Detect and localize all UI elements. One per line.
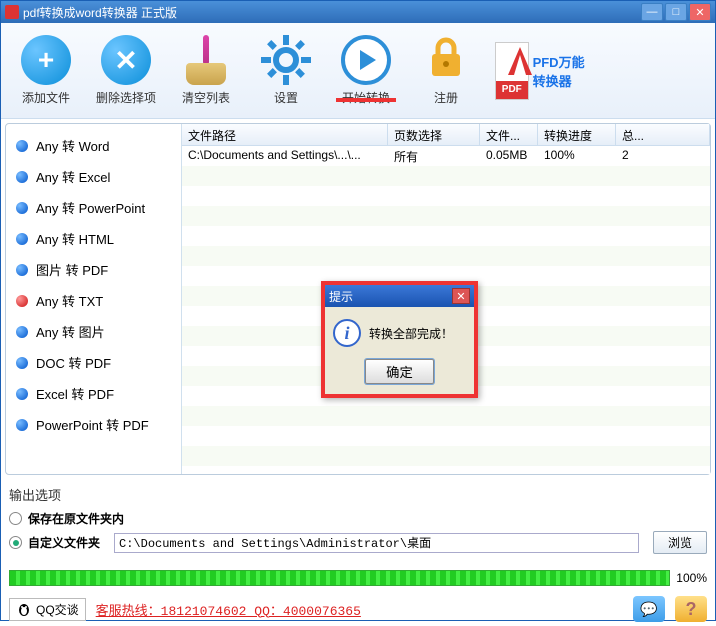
custom-folder-radio[interactable] <box>9 536 22 549</box>
bullet-icon <box>16 202 28 214</box>
play-icon <box>341 35 391 85</box>
dialog-close-button[interactable]: ✕ <box>452 288 470 304</box>
qq-chat-button[interactable]: QQ交谈 <box>9 598 86 621</box>
minimize-button[interactable]: — <box>641 3 663 21</box>
app-icon <box>5 5 19 19</box>
output-path-input[interactable] <box>114 533 639 553</box>
output-options-header: 输出选项 <box>9 485 707 504</box>
highlight-underline <box>336 98 396 102</box>
sidebar-item-9[interactable]: PowerPoint 转 PDF <box>6 409 181 440</box>
bullet-icon <box>16 326 28 338</box>
start-convert-button[interactable]: 开始转换 <box>335 35 397 106</box>
save-original-label: 保存在原文件夹内 <box>28 510 124 527</box>
message-dialog: 提示 ✕ i 转换全部完成！ 确定 <box>321 281 478 398</box>
custom-folder-label: 自定义文件夹 <box>28 534 100 551</box>
sidebar-item-1[interactable]: Any 转 Excel <box>6 161 181 192</box>
progress-bar <box>9 570 670 586</box>
x-icon: ✕ <box>101 35 151 85</box>
hotline-link[interactable]: 客服热线：18121074602 QQ：4000076365 <box>96 600 361 619</box>
delete-selection-button[interactable]: ✕ 删除选择项 <box>95 35 157 106</box>
progress-text: 100% <box>676 571 707 585</box>
sidebar-item-5[interactable]: Any 转 TXT <box>6 285 181 316</box>
table-row[interactable]: C:\Documents and Settings\...\... 所有 0.0… <box>182 146 710 166</box>
bullet-icon <box>16 264 28 276</box>
info-icon: i <box>333 319 361 347</box>
add-file-button[interactable]: + 添加文件 <box>15 35 77 106</box>
feedback-icon[interactable]: 💬 <box>633 596 665 622</box>
penguin-icon <box>16 601 32 617</box>
dialog-message: 转换全部完成！ <box>369 325 453 342</box>
register-button[interactable]: 注册 <box>415 36 477 106</box>
plus-icon: + <box>21 35 71 85</box>
bullet-icon <box>16 233 28 245</box>
sidebar-item-6[interactable]: Any 转 图片 <box>6 316 181 347</box>
sidebar-item-0[interactable]: Any 转 Word <box>6 130 181 161</box>
dialog-title: 提示 <box>329 288 452 305</box>
lock-icon <box>424 36 468 85</box>
bullet-icon <box>16 388 28 400</box>
bullet-icon <box>16 171 28 183</box>
sidebar-item-4[interactable]: 图片 转 PDF <box>6 254 181 285</box>
format-sidebar: Any 转 WordAny 转 ExcelAny 转 PowerPointAny… <box>6 124 182 474</box>
browse-button[interactable]: 浏览 <box>653 531 707 554</box>
window-title: pdf转换成word转换器 正式版 <box>23 4 641 21</box>
help-icon[interactable]: ? <box>675 596 707 622</box>
save-original-radio[interactable] <box>9 512 22 525</box>
maximize-button[interactable]: □ <box>665 3 687 21</box>
gear-icon <box>261 35 311 85</box>
bullet-icon <box>16 357 28 369</box>
bullet-icon <box>16 295 28 307</box>
sidebar-item-8[interactable]: Excel 转 PDF <box>6 378 181 409</box>
close-button[interactable]: ✕ <box>689 3 711 21</box>
clear-list-button[interactable]: 清空列表 <box>175 35 237 106</box>
table-header: 文件路径 页数选择 文件... 转换进度 总... <box>182 124 710 146</box>
settings-button[interactable]: 设置 <box>255 35 317 106</box>
bullet-icon <box>16 140 28 152</box>
sidebar-item-3[interactable]: Any 转 HTML <box>6 223 181 254</box>
dialog-ok-button[interactable]: 确定 <box>365 359 434 384</box>
broom-icon <box>184 35 228 85</box>
sidebar-item-7[interactable]: DOC 转 PDF <box>6 347 181 378</box>
sidebar-item-2[interactable]: Any 转 PowerPoint <box>6 192 181 223</box>
brand-logo: PDF PFD万能转换器 <box>495 42 595 100</box>
bullet-icon <box>16 419 28 431</box>
